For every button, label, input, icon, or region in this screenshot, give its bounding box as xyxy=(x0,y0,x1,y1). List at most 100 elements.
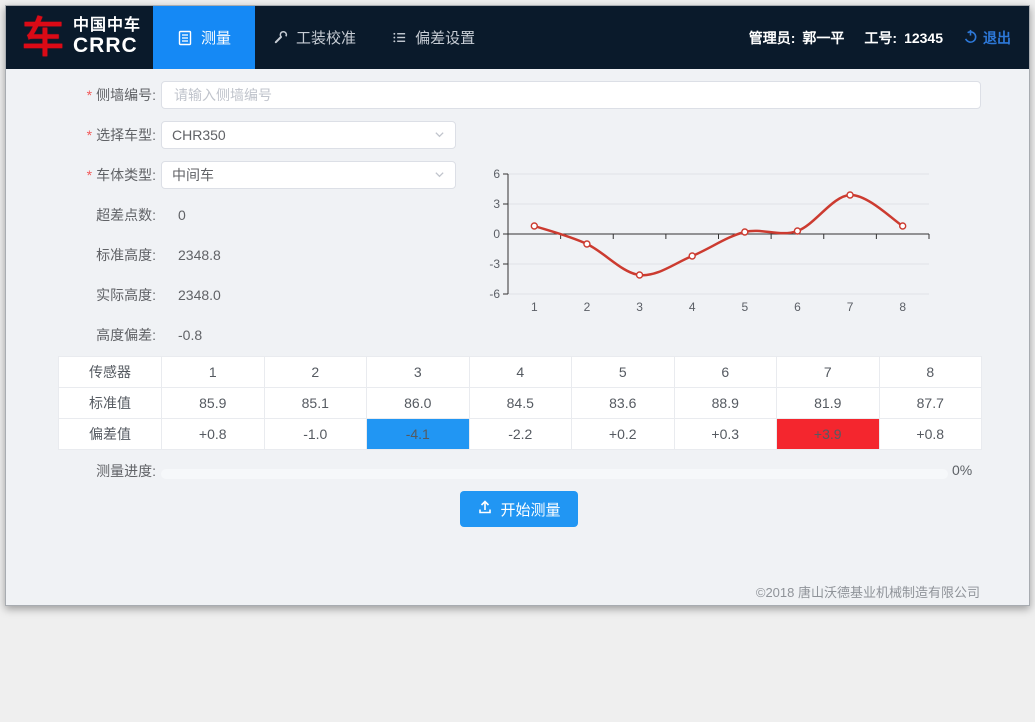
svg-text:1: 1 xyxy=(531,300,538,314)
worker-label: 工号: xyxy=(864,28,897,48)
crrc-logo-icon: 车 xyxy=(22,17,64,59)
svg-text:3: 3 xyxy=(493,197,500,211)
chevron-down-icon xyxy=(434,167,445,183)
start-measure-button[interactable]: 开始测量 xyxy=(460,491,578,527)
list-icon xyxy=(392,30,407,45)
deviation-row: 偏差值+0.8-1.0-4.1-2.2+0.2+0.3+3.9+0.8 xyxy=(59,419,982,450)
start-measure-label: 开始测量 xyxy=(500,499,560,520)
sensor-table: 传感器12345678标准值85.985.186.084.583.688.981… xyxy=(58,356,982,450)
required-mark: * xyxy=(87,127,92,143)
stat-label: 标准高度: xyxy=(6,245,156,265)
model-label: *选择车型: xyxy=(6,121,156,149)
sensor-row: 传感器12345678 xyxy=(59,357,982,388)
required-mark: * xyxy=(87,87,92,103)
table-cell: 4 xyxy=(469,357,572,388)
svg-text:6: 6 xyxy=(794,300,801,314)
tab-deviation-settings[interactable]: 偏差设置 xyxy=(374,6,493,69)
table-cell: 84.5 xyxy=(469,388,572,419)
table-cell: +0.8 xyxy=(879,419,982,450)
tab-label: 测量 xyxy=(201,27,231,48)
document-icon xyxy=(177,30,193,46)
tab-label: 工装校准 xyxy=(296,27,356,48)
main-content: *侧墙编号: *选择车型: CHR350 *车体类型: 中间车 超差点数: 0 xyxy=(6,69,1029,606)
stat-value: 0 xyxy=(178,205,186,225)
svg-text:3: 3 xyxy=(636,300,643,314)
wrench-icon xyxy=(273,30,288,45)
progress-bar xyxy=(161,469,948,479)
progress-label: 测量进度: xyxy=(6,463,156,479)
nav-tabs: 测量 工装校准 偏差设置 xyxy=(153,6,493,69)
model-select[interactable]: CHR350 xyxy=(161,121,456,149)
table-cell: 1 xyxy=(162,357,265,388)
chevron-down-icon xyxy=(434,127,445,143)
table-cell: 86.0 xyxy=(367,388,470,419)
table-cell: 5 xyxy=(572,357,675,388)
side-wall-label: *侧墙编号: xyxy=(6,81,156,109)
table-cell: +0.8 xyxy=(162,419,265,450)
row-header-cell: 传感器 xyxy=(59,357,162,388)
table-cell: +0.2 xyxy=(572,419,675,450)
brand-cn: 中国中车 xyxy=(73,18,141,35)
stat-label: 高度偏差: xyxy=(6,325,156,345)
brand-text: 中国中车 CRRC xyxy=(73,18,141,56)
table-cell: 85.9 xyxy=(162,388,265,419)
upload-icon xyxy=(477,499,493,519)
body-type-select-value: 中间车 xyxy=(172,165,214,185)
stat-value: 2348.8 xyxy=(178,245,221,265)
table-cell: 6 xyxy=(674,357,777,388)
body-type-label: *车体类型: xyxy=(6,161,156,189)
svg-text:8: 8 xyxy=(899,300,906,314)
table-cell: +3.9 xyxy=(777,419,880,450)
svg-text:7: 7 xyxy=(847,300,854,314)
model-select-value: CHR350 xyxy=(172,127,226,143)
required-mark: * xyxy=(87,167,92,183)
tab-calibration[interactable]: 工装校准 xyxy=(255,6,374,69)
stat-label: 实际高度: xyxy=(6,285,156,305)
app-window: 车 中国中车 CRRC 测量 工装校准 xyxy=(5,5,1030,606)
navbar: 车 中国中车 CRRC 测量 工装校准 xyxy=(6,6,1029,69)
svg-text:-3: -3 xyxy=(489,257,500,271)
row-header-cell: 标准值 xyxy=(59,388,162,419)
admin-label: 管理员: xyxy=(749,28,796,48)
tab-measure[interactable]: 测量 xyxy=(153,6,255,69)
table-cell: -2.2 xyxy=(469,419,572,450)
copyright-text: ©2018 唐山沃德基业机械制造有限公司 xyxy=(756,582,980,601)
stat-value: 2348.0 xyxy=(178,285,221,305)
standard-row: 标准值85.985.186.084.583.688.981.987.7 xyxy=(59,388,982,419)
table-cell: 2 xyxy=(264,357,367,388)
svg-text:4: 4 xyxy=(689,300,696,314)
table-cell: 8 xyxy=(879,357,982,388)
stat-standard-height: 标准高度: 2348.8 xyxy=(6,245,156,265)
table-cell: 7 xyxy=(777,357,880,388)
brand-en: CRRC xyxy=(73,35,141,57)
user-area: 管理员: 郭一平 工号: 12345 退出 xyxy=(749,6,1029,69)
logout-button[interactable]: 退出 xyxy=(963,28,1011,48)
progress-percent: 0% xyxy=(952,462,972,478)
deviation-chart: 6 3 0 -3 -6 1 2 3 4 5 6 7 8 xyxy=(483,163,943,323)
table-cell: -4.1 xyxy=(367,419,470,450)
table-cell: 87.7 xyxy=(879,388,982,419)
svg-text:5: 5 xyxy=(741,300,748,314)
logout-label: 退出 xyxy=(983,28,1011,48)
table-cell: +0.3 xyxy=(674,419,777,450)
table-cell: -1.0 xyxy=(264,419,367,450)
svg-text:6: 6 xyxy=(493,167,500,181)
svg-text:2: 2 xyxy=(584,300,591,314)
side-wall-input[interactable] xyxy=(161,81,981,109)
worker-id: 12345 xyxy=(904,30,943,46)
power-icon xyxy=(963,29,978,47)
svg-text:-6: -6 xyxy=(489,287,500,301)
tab-label: 偏差设置 xyxy=(415,27,475,48)
body-type-select[interactable]: 中间车 xyxy=(161,161,456,189)
table-cell: 83.6 xyxy=(572,388,675,419)
table-cell: 88.9 xyxy=(674,388,777,419)
deviation-chart-svg: 6 3 0 -3 -6 1 2 3 4 5 6 7 8 xyxy=(483,163,943,323)
stat-label: 超差点数: xyxy=(6,205,156,225)
stat-height-deviation: 高度偏差: -0.8 xyxy=(6,325,156,345)
crrc-logo: 车 中国中车 CRRC xyxy=(6,6,153,69)
row-header-cell: 偏差值 xyxy=(59,419,162,450)
svg-text:0: 0 xyxy=(493,227,500,241)
table-cell: 81.9 xyxy=(777,388,880,419)
stat-over-tolerance: 超差点数: 0 xyxy=(6,205,156,225)
stat-actual-height: 实际高度: 2348.0 xyxy=(6,285,156,305)
